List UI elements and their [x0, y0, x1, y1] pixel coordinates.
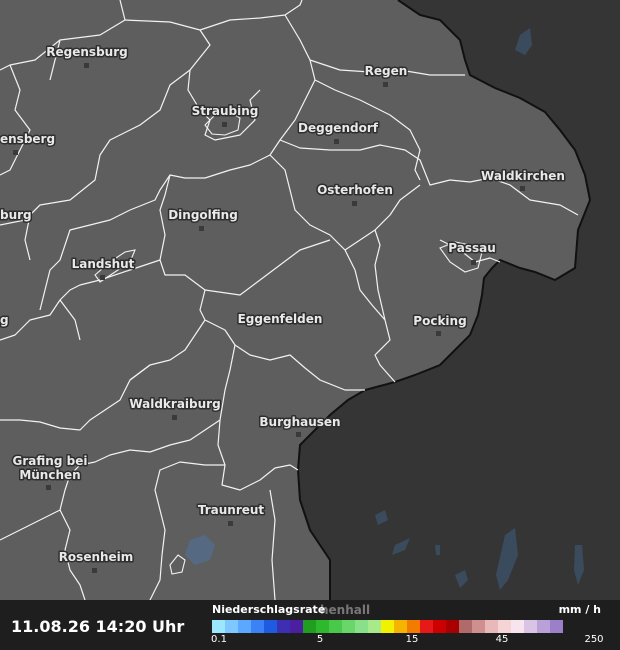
city-marker-regensburg	[84, 63, 89, 68]
legend-swatch-19	[459, 620, 472, 633]
legend-title: Niederschlagsrate	[212, 603, 326, 616]
legend-swatch-16	[420, 620, 433, 633]
city-marker-regen	[383, 82, 388, 87]
legend-swatch-23	[511, 620, 524, 633]
city-label-g: g	[0, 313, 9, 327]
legend-swatch-26	[550, 620, 563, 633]
legend-swatch-6	[290, 620, 303, 633]
city-marker-deggendorf	[334, 139, 339, 144]
legend-swatch-13	[381, 620, 394, 633]
legend-swatch-20	[472, 620, 485, 633]
city-marker-waldkraiburg	[172, 415, 177, 420]
legend-swatch-0	[212, 620, 225, 633]
legend-swatch-5	[277, 620, 290, 633]
city-label-muenchen: München	[19, 468, 80, 482]
legend-swatch-22	[498, 620, 511, 633]
precipitation-legend-bar	[212, 620, 563, 633]
city-label-regen: Regen	[365, 64, 408, 78]
city-marker-pocking	[436, 331, 441, 336]
city-label-rosenheim: Rosenheim	[59, 550, 134, 564]
city-label-passau: Passau	[448, 241, 496, 255]
city-label-traunreut: Traunreut	[198, 503, 265, 517]
city-marker-traunreut	[228, 521, 233, 526]
legend-swatch-1	[225, 620, 238, 633]
legend-swatch-11	[355, 620, 368, 633]
city-marker-rosenheim	[92, 568, 97, 573]
city-label-regensburg: Regensburg	[46, 45, 127, 59]
legend-unit: mm / h	[558, 603, 601, 616]
radar-timestamp: 11.08.26 14:20 Uhr	[11, 617, 185, 636]
legend-tick-15: 15	[405, 634, 419, 645]
legend-swatch-12	[368, 620, 381, 633]
city-label-waldkraiburg: Waldkraiburg	[129, 397, 220, 411]
city-label-burg: burg	[0, 208, 32, 222]
city-label-pocking: Pocking	[413, 314, 466, 328]
legend-swatch-24	[524, 620, 537, 633]
city-label-eggenfelden: Eggenfelden	[238, 312, 323, 326]
legend-tick-250: 250	[584, 634, 604, 645]
city-label-burghausen: Burghausen	[259, 415, 340, 429]
legend-swatch-4	[264, 620, 277, 633]
city-label-landshut: Landshut	[72, 257, 135, 271]
city-label-grafing: Grafing bei	[13, 454, 88, 468]
legend-swatch-15	[407, 620, 420, 633]
legend-swatch-17	[433, 620, 446, 633]
legend-swatch-14	[394, 620, 407, 633]
map-canvas[interactable]: Regensburg Regen Straubing Deggendorf en…	[0, 0, 620, 650]
legend-swatch-8	[316, 620, 329, 633]
city-label-osterhofen: Osterhofen	[317, 183, 393, 197]
legend-tick-5: 5	[316, 634, 324, 645]
legend-tick-45: 45	[495, 634, 509, 645]
legend-tick-0-1: 0.1	[211, 634, 227, 645]
city-label-straubing: Straubing	[192, 104, 259, 118]
city-marker-burghausen	[296, 432, 301, 437]
city-label-deggendorf: Deggendorf	[298, 121, 379, 135]
city-marker-ensberg	[13, 150, 18, 155]
city-label-dingolfing: Dingolfing	[168, 208, 238, 222]
city-label-henhall: henhall	[320, 603, 371, 617]
legend-swatch-9	[329, 620, 342, 633]
city-marker-osterhofen	[352, 201, 357, 206]
city-marker-passau	[471, 260, 476, 265]
legend-swatch-21	[485, 620, 498, 633]
city-marker-landshut	[100, 275, 105, 280]
legend-swatch-25	[537, 620, 550, 633]
legend-swatch-2	[238, 620, 251, 633]
legend-swatch-18	[446, 620, 459, 633]
city-marker-waldkirchen	[520, 186, 525, 191]
radar-map-view: Regensburg Regen Straubing Deggendorf en…	[0, 0, 620, 650]
city-label-ensberg: ensberg	[0, 132, 55, 146]
city-marker-straubing	[222, 122, 227, 127]
city-label-waldkirchen: Waldkirchen	[481, 169, 565, 183]
legend-swatch-7	[303, 620, 316, 633]
legend-swatch-3	[251, 620, 264, 633]
city-marker-grafing	[46, 485, 51, 490]
city-marker-dingolfing	[199, 226, 204, 231]
legend-swatch-10	[342, 620, 355, 633]
